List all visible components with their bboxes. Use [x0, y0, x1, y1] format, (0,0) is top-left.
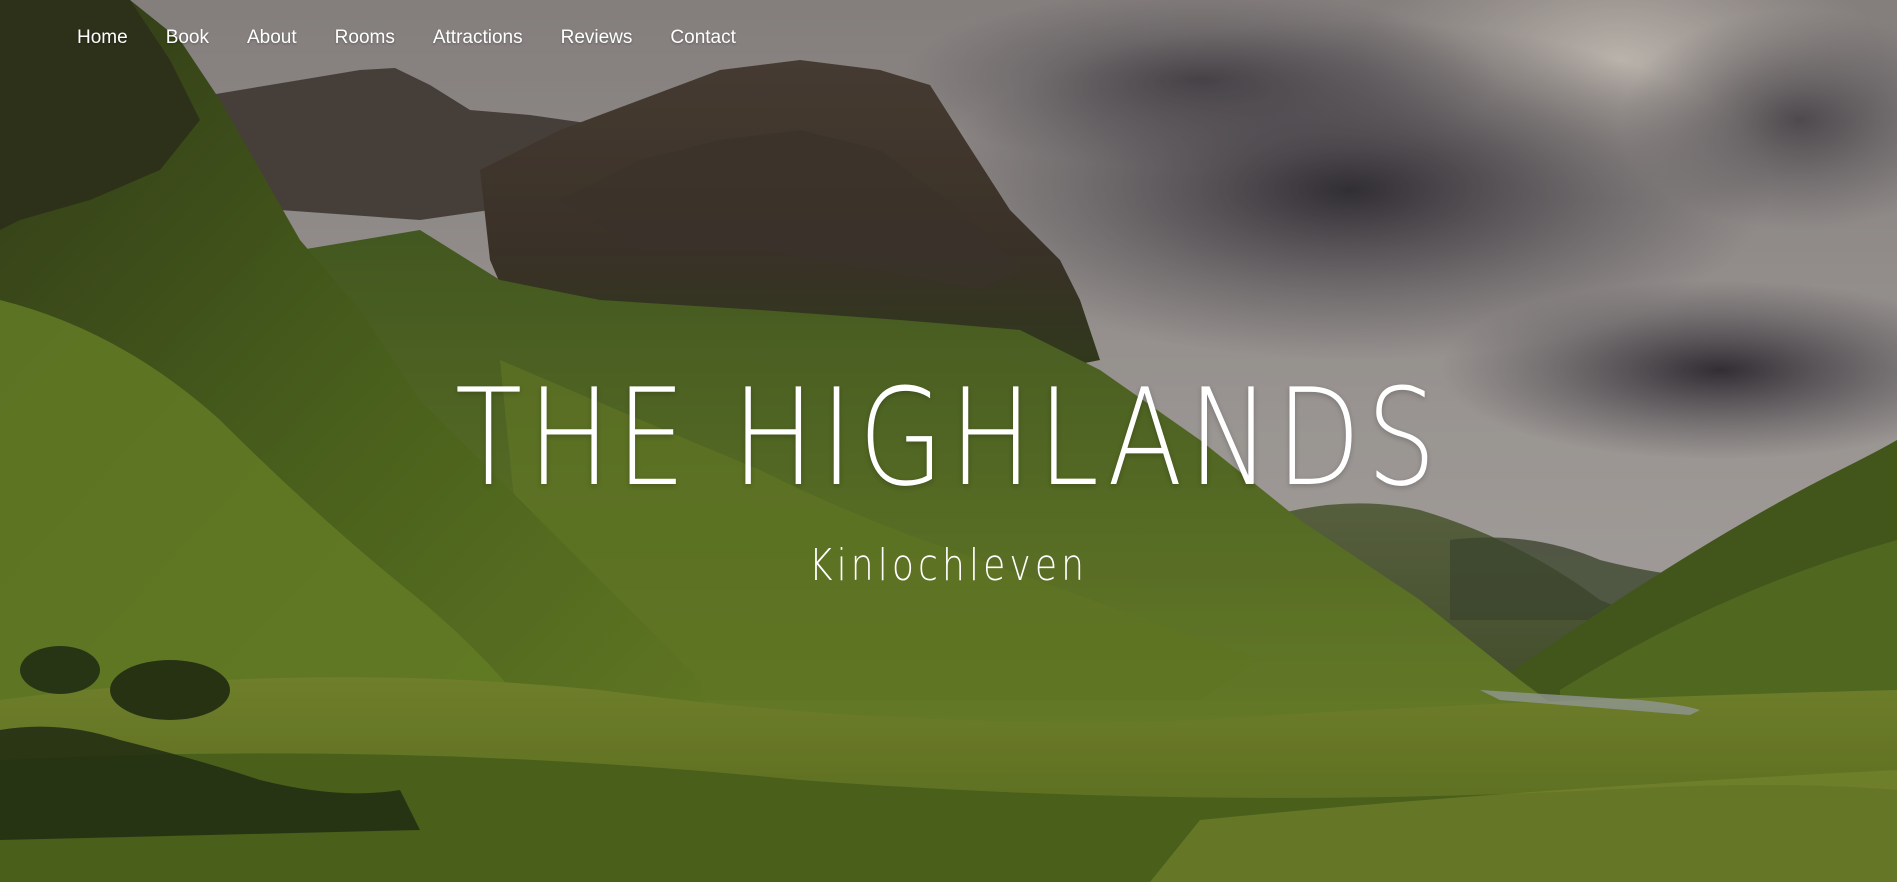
nav-reviews-link[interactable]: Reviews	[561, 25, 633, 51]
nav-contact-link[interactable]: Contact	[670, 25, 735, 51]
nav-book-link[interactable]: Book	[166, 25, 209, 51]
nav-rooms-link[interactable]: Rooms	[335, 25, 395, 51]
nav-about-link[interactable]: About	[247, 25, 297, 51]
hero-title: THE HIGHLANDS	[455, 360, 1442, 516]
main-nav: Home Book About Rooms Attractions Review…	[77, 25, 774, 51]
hero-section: Home Book About Rooms Attractions Review…	[0, 0, 1897, 882]
nav-attractions-link[interactable]: Attractions	[433, 25, 523, 51]
nav-home-link[interactable]: Home	[77, 25, 128, 51]
hero-subtitle: Kinlochleven	[808, 540, 1089, 591]
